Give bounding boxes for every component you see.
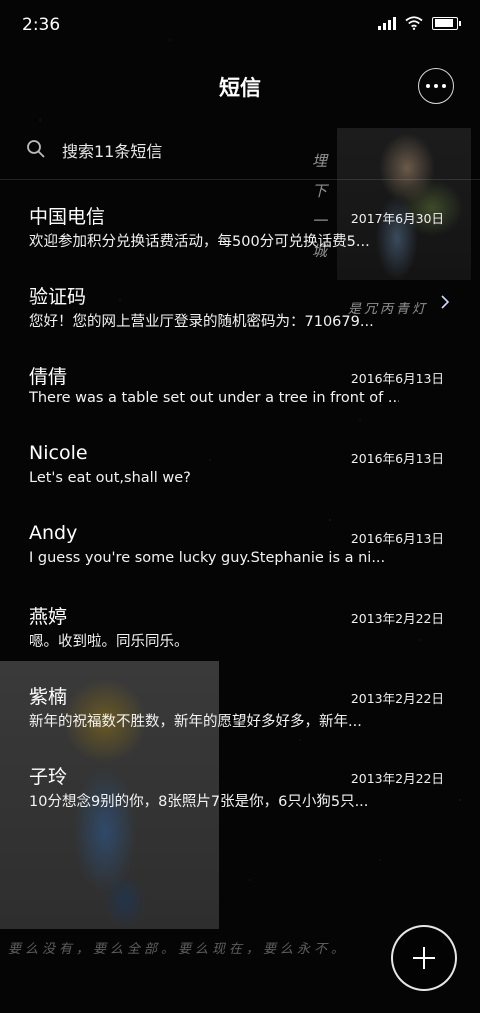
message-item[interactable]: 子玲 2013年2月22日 10分想念9别的你，8张照片7张是你，6只小狗5只.…: [0, 746, 480, 826]
search-icon: [27, 140, 45, 158]
sender-name: 中国电信: [29, 206, 106, 228]
message-preview: Let's eat out,shall we?: [29, 470, 191, 486]
app-header: 短信: [0, 60, 480, 108]
message-item[interactable]: 紫楠 2013年2月22日 新年的祝福数不胜数，新年的愿望好多好多，新年...: [0, 666, 480, 746]
message-preview: 新年的祝福数不胜数，新年的愿望好多好多，新年...: [29, 714, 362, 730]
message-date: 2013年2月22日: [350, 771, 444, 786]
message-item[interactable]: Andy 2016年6月13日 I guess you're some luck…: [0, 506, 480, 586]
sender-name: Andy: [29, 522, 78, 544]
sender-name: 倩倩: [29, 366, 68, 388]
message-preview: 嗯。收到啦。同乐同乐。: [29, 634, 189, 650]
message-preview: 10分想念9别的你，8张照片7张是你，6只小狗5只...: [29, 794, 369, 810]
message-preview: I guess you're some lucky guy.Stephanie …: [29, 550, 386, 566]
page-title: 短信: [219, 76, 261, 100]
new-message-button[interactable]: [391, 925, 457, 991]
status-time: 2:36: [22, 15, 61, 35]
battery-icon: [432, 16, 461, 30]
message-preview: 您好！您的网上营业厅登录的随机密码为：710679...: [29, 314, 374, 330]
wifi-icon: [405, 16, 423, 30]
message-item[interactable]: 燕婷 2013年2月22日 嗯。收到啦。同乐同乐。: [0, 586, 480, 666]
more-icon-dot: [434, 84, 438, 88]
search-placeholder: 搜索11条短信: [62, 142, 163, 161]
sender-name: 验证码: [29, 286, 87, 308]
chevron-right-icon: [441, 295, 450, 309]
message-preview: 欢迎参加积分兑换话费活动，每500分可兑换话费5...: [29, 234, 370, 250]
message-item[interactable]: 倩倩 2016年6月13日 There was a table set out …: [0, 346, 480, 426]
message-preview: There was a table set out under a tree i…: [29, 390, 399, 406]
message-item[interactable]: 验证码 您好！您的网上营业厅登录的随机密码为：710679...: [0, 266, 480, 346]
more-options-button[interactable]: [418, 68, 454, 104]
background-scribble-bottom: 要么没有，要么全部。要么现在，要么永不。: [8, 942, 349, 957]
more-icon: [426, 84, 430, 88]
sender-name: 燕婷: [29, 606, 68, 628]
message-date: 2013年2月22日: [350, 691, 444, 706]
signal-icon: [378, 16, 396, 30]
header-divider: [0, 179, 480, 180]
message-date: 2016年6月13日: [350, 531, 444, 546]
message-item[interactable]: Nicole 2016年6月13日 Let's eat out,shall we…: [0, 426, 480, 506]
message-item[interactable]: 中国电信 2017年6月30日 欢迎参加积分兑换话费活动，每500分可兑换话费5…: [0, 186, 480, 266]
message-date: 2017年6月30日: [350, 211, 444, 226]
sender-name: Nicole: [29, 442, 88, 464]
more-icon-dot: [442, 84, 446, 88]
status-bar: 2:36: [0, 0, 480, 52]
sender-name: 紫楠: [29, 686, 68, 708]
message-date: 2016年6月13日: [350, 371, 444, 386]
search-bar[interactable]: 搜索11条短信: [24, 130, 464, 168]
message-date: 2016年6月13日: [350, 451, 444, 466]
message-date: 2013年2月22日: [350, 611, 444, 626]
plus-icon: [413, 947, 435, 969]
status-icons: [378, 16, 461, 30]
sender-name: 子玲: [29, 766, 68, 788]
